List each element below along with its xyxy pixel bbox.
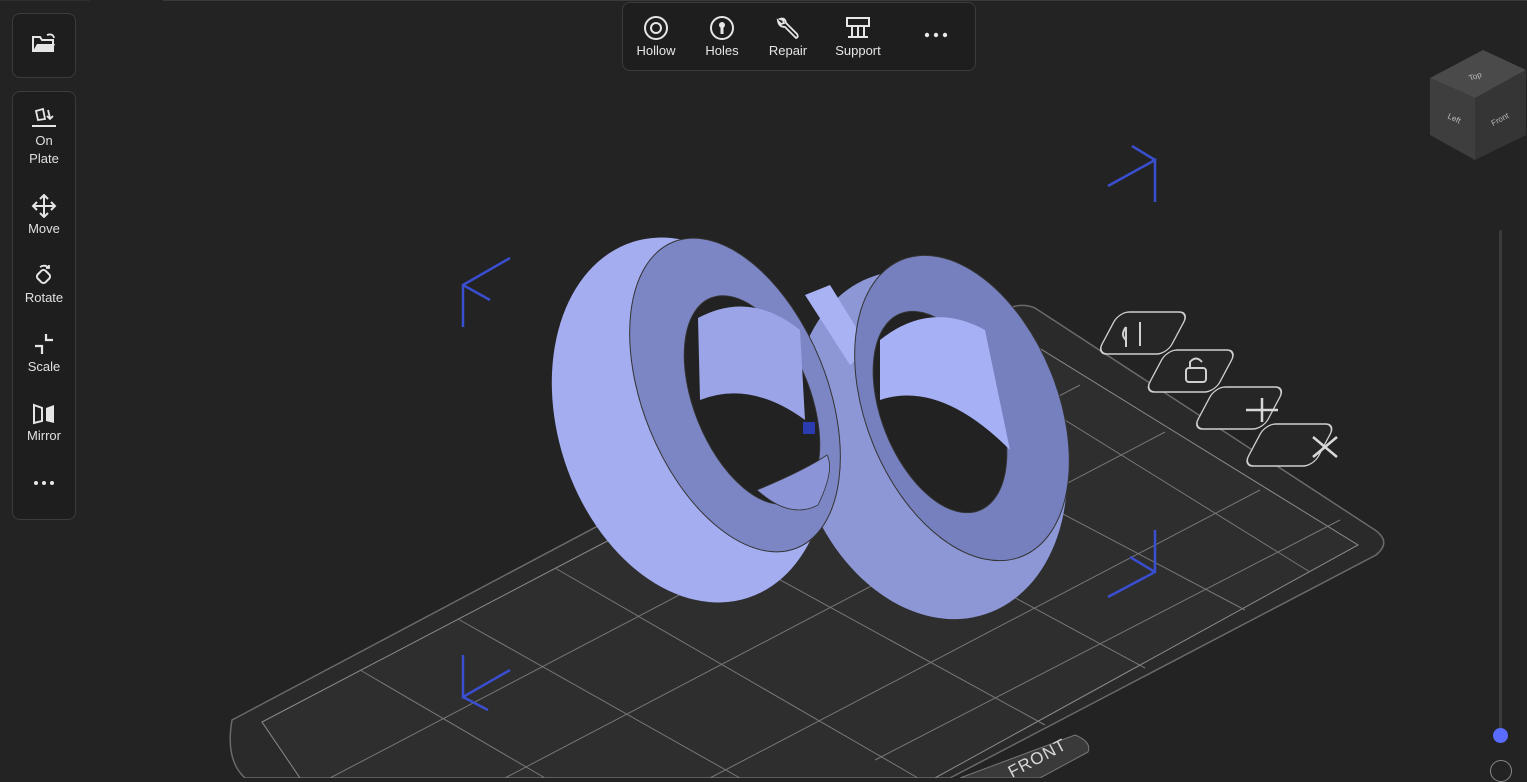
wrench-icon [766,15,810,41]
mirror-icon [13,401,75,425]
layer-slider-track[interactable] [1499,230,1502,730]
lock-button[interactable] [1145,349,1237,393]
support-icon [830,15,886,41]
open-file-panel [12,13,76,78]
hollow-icon [633,15,679,41]
more-icon [13,478,75,488]
move-label: Move [28,221,60,236]
on-plate-button[interactable]: On Plate [13,106,75,168]
mirror-label: Mirror [27,428,61,443]
transform-toolbar: On Plate Move Rotate Scale Mirror [12,91,76,520]
layer-slider-knob[interactable] [1493,728,1508,743]
on-plate-icon [13,106,75,130]
delete-button[interactable] [1243,423,1338,467]
more-options-button[interactable] [921,30,951,42]
holes-icon [701,15,743,41]
move-button[interactable]: Move [13,194,75,238]
scale-label: Scale [27,359,61,374]
on-plate-label: On Plate [29,133,59,166]
mirror-button[interactable]: Mirror [13,401,75,445]
top-toolbar: Hollow Holes Repair Support [622,2,976,71]
move-icon [13,194,75,218]
repair-label: Repair [768,43,808,58]
hollow-button[interactable]: Hollow [633,15,679,58]
support-button[interactable]: Support [830,15,886,58]
add-button[interactable] [1193,386,1285,430]
more-icon [921,30,951,40]
rotate-icon [13,263,75,287]
support-label: Support [835,43,881,58]
scale-icon [13,332,75,356]
folder-open-icon[interactable] [31,32,57,59]
holes-button[interactable]: Holes [701,15,743,58]
settings-icon[interactable] [1490,760,1512,782]
repair-button[interactable]: Repair [766,15,810,58]
more-tools-button[interactable] [13,478,75,490]
view-cube[interactable] [1430,50,1526,160]
hollow-label: Hollow [636,43,676,58]
rotate-label: Rotate [24,290,64,305]
viewport[interactable]: FRONT Top Left Front [0,0,1527,778]
scale-button[interactable]: Scale [13,332,75,376]
holes-label: Holes [705,43,739,58]
rotate-button[interactable]: Rotate [13,263,75,307]
model-center-marker [803,422,815,434]
split-button[interactable] [1097,311,1189,355]
